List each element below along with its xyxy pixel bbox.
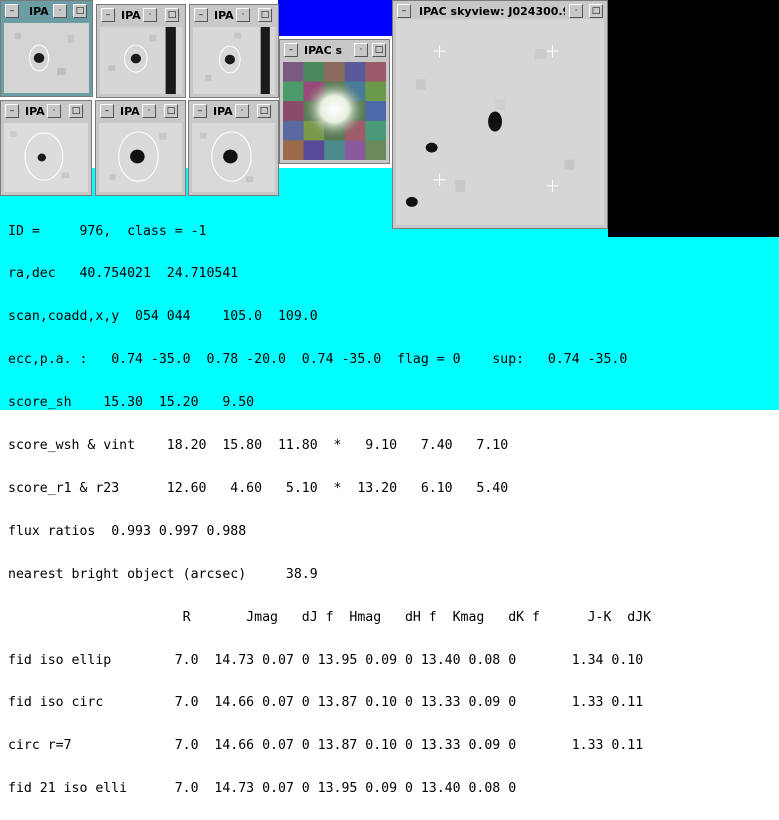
output-line-scan: scan,coadd,x,y 054 044 105.0 109.0 xyxy=(8,309,318,325)
thumbnail-window-1[interactable]: – IPA · □ xyxy=(0,0,93,97)
title-bar[interactable]: – IPA · □ xyxy=(192,7,276,25)
output-table-header: R Jmag dJ f Hmag dH f Kmag dK f J-K dJK xyxy=(8,609,652,625)
title-bar[interactable]: – IPA · □ xyxy=(3,3,90,21)
thumbnail-window-3[interactable]: – IPA · □ xyxy=(189,4,279,98)
window-title: IPA xyxy=(120,105,140,118)
output-line-radec: ra,dec 40.754021 24.710541 xyxy=(8,266,239,282)
output-line-score-sh: score_sh 15.30 15.20 9.50 xyxy=(8,395,255,411)
window-menu-icon[interactable]: – xyxy=(284,43,298,57)
minimize-icon[interactable]: · xyxy=(53,4,67,18)
thumbnail-window-5[interactable]: – IPA · □ xyxy=(95,100,186,196)
star-thumbnail-image xyxy=(4,23,89,93)
skyview-window[interactable]: – IPAC skyview: J024300.9 · □ xyxy=(392,0,608,229)
color-image-window[interactable]: – IPAC s · □ xyxy=(279,39,390,164)
title-bar[interactable]: – IPA · □ xyxy=(99,7,183,25)
thumbnail-window-4[interactable]: – IPA · □ xyxy=(0,100,92,196)
title-bar[interactable]: – IPAC s · □ xyxy=(282,42,387,60)
window-menu-icon[interactable]: – xyxy=(100,104,114,118)
title-bar[interactable]: – IPA · □ xyxy=(3,103,89,121)
window-menu-icon[interactable]: – xyxy=(5,4,19,18)
output-line-nearest: nearest bright object (arcsec) 38.9 xyxy=(8,566,318,582)
maximize-icon[interactable]: □ xyxy=(164,104,178,118)
window-title: IPA xyxy=(25,105,45,118)
minimize-icon[interactable]: · xyxy=(142,104,156,118)
color-composite-image xyxy=(283,62,386,160)
minimize-icon[interactable]: · xyxy=(47,104,61,118)
output-line-score-wsh: score_wsh & vint 18.20 15.80 11.80 * 9.1… xyxy=(8,438,509,454)
star-thumbnail-image xyxy=(4,123,88,192)
output-line-flux: flux ratios 0.993 0.997 0.988 xyxy=(8,523,247,539)
maximize-icon[interactable]: □ xyxy=(372,43,386,57)
star-thumbnail-image xyxy=(193,27,275,94)
minimize-icon[interactable]: · xyxy=(143,8,157,22)
output-table-row: fid iso circ 7.0 14.66 0.07 0 13.87 0.10… xyxy=(8,695,644,711)
window-menu-icon[interactable]: – xyxy=(194,8,208,22)
star-thumbnail-image xyxy=(100,27,182,94)
maximize-icon[interactable]: □ xyxy=(69,104,83,118)
maximize-icon[interactable]: □ xyxy=(165,8,179,22)
maximize-icon[interactable]: □ xyxy=(73,4,87,18)
window-title: IPA xyxy=(29,5,49,18)
thumbnail-window-2[interactable]: – IPA · □ xyxy=(96,4,186,98)
window-menu-icon[interactable]: – xyxy=(397,4,411,18)
window-menu-icon[interactable]: – xyxy=(193,104,207,118)
minimize-icon[interactable]: · xyxy=(236,8,250,22)
output-line-ecc: ecc,p.a. : 0.74 -35.0 0.78 -20.0 0.74 -3… xyxy=(8,352,628,368)
terminal-output: ID = 976, class = -1 ra,dec 40.754021 24… xyxy=(8,196,651,820)
output-line-score-r1: score_r1 & r23 12.60 4.60 5.10 * 13.20 6… xyxy=(8,480,509,496)
star-thumbnail-image xyxy=(99,123,182,192)
thumbnail-window-6[interactable]: – IPA · □ xyxy=(188,100,279,196)
window-title: IPAC skyview: J024300.9 xyxy=(419,5,565,18)
output-table-row: fid iso ellip 7.0 14.73 0.07 0 13.95 0.0… xyxy=(8,652,644,668)
window-title: IPA xyxy=(121,9,141,22)
window-title: IPA xyxy=(213,105,233,118)
maximize-icon[interactable]: □ xyxy=(257,104,271,118)
window-title: IPAC s xyxy=(304,44,343,57)
desktop-background xyxy=(278,0,392,36)
output-table-row: circ r=7 7.0 14.66 0.07 0 13.87 0.10 0 1… xyxy=(8,738,644,754)
title-bar[interactable]: – IPA · □ xyxy=(191,103,276,121)
window-menu-icon[interactable]: – xyxy=(101,8,115,22)
window-menu-icon[interactable]: – xyxy=(5,104,19,118)
minimize-icon[interactable]: · xyxy=(235,104,249,118)
maximize-icon[interactable]: □ xyxy=(258,8,272,22)
minimize-icon[interactable]: · xyxy=(569,4,583,18)
star-thumbnail-image xyxy=(192,123,275,192)
output-table-row: fid 21 iso elli 7.0 14.73 0.07 0 13.95 0… xyxy=(8,781,517,797)
minimize-icon[interactable]: · xyxy=(354,43,368,57)
title-bar[interactable]: – IPA · □ xyxy=(98,103,183,121)
maximize-icon[interactable]: □ xyxy=(589,4,603,18)
window-title: IPA xyxy=(214,9,234,22)
skyview-image xyxy=(396,19,604,225)
